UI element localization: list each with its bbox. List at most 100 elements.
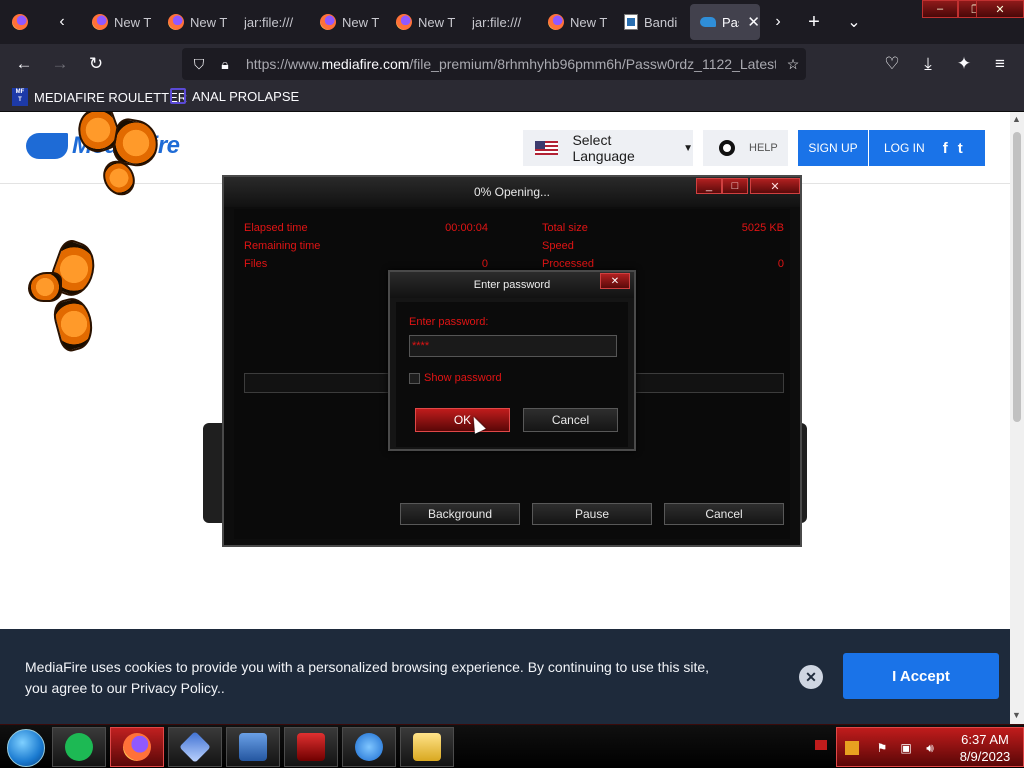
virtualbox-icon — [179, 731, 211, 763]
clock-date: 8/9/2023 — [959, 749, 1011, 764]
chevron-left-icon: ‹ — [59, 13, 65, 30]
bandizip-tray-icon[interactable] — [845, 741, 859, 755]
password-dialog-close-button[interactable]: ✕ — [600, 273, 630, 289]
new-tab-button[interactable]: + — [800, 8, 828, 36]
tab-active[interactable]: Pas ✕ — [690, 4, 760, 40]
password-input[interactable] — [409, 335, 617, 357]
tab-label: New T — [418, 14, 456, 30]
background-button[interactable]: Background — [400, 503, 520, 525]
taskbar-spotify[interactable] — [52, 727, 106, 767]
internet-explorer-icon — [355, 733, 383, 761]
cookie-banner: MediaFire uses cookies to provide you wi… — [0, 629, 1010, 724]
taskbar-firefox[interactable] — [110, 727, 164, 767]
mft-icon: MF T — [12, 88, 28, 106]
menu-button[interactable]: ≡ — [986, 50, 1014, 78]
close-window-button[interactable]: ✕ — [976, 0, 1024, 18]
tab-label: jar:file:/// — [472, 14, 522, 30]
tab-1[interactable]: New T — [82, 4, 156, 40]
bookmark-anal-prolapse[interactable]: ANAL PROLAPSE — [170, 88, 299, 104]
ok-button[interactable]: OK — [415, 408, 510, 432]
dialog-minimize-button[interactable]: _ — [696, 178, 722, 194]
firefox-icon — [320, 14, 336, 30]
sign-up-button[interactable]: SIGN UP — [798, 130, 868, 166]
reload-icon: ↻ — [88, 54, 104, 73]
dialog-close-button[interactable]: ✕ — [750, 178, 800, 194]
tab-3[interactable]: jar:file:/// — [234, 4, 308, 40]
page-scrollbar[interactable]: ▲ ▼ — [1010, 112, 1024, 724]
back-button[interactable]: ← — [10, 50, 38, 78]
minimize-button[interactable]: – — [922, 0, 958, 18]
elapsed-time-label: Elapsed time — [244, 222, 308, 234]
file-explorer-icon — [413, 733, 441, 761]
volume-icon[interactable]: 🔊︎ — [923, 741, 937, 755]
url-text[interactable]: https://www.mediafire.com/file_premium/8… — [246, 56, 776, 72]
files-label: Files — [244, 258, 268, 270]
scroll-down-icon[interactable]: ▼ — [1012, 710, 1021, 720]
pause-label: Pause — [574, 507, 610, 521]
bookmark-label: MEDIAFIRE ROULETTER — [34, 89, 188, 105]
dialog-maximize-button[interactable]: □ — [722, 178, 748, 194]
address-bar[interactable]: ⛉ 🔒︎ https://www.mediafire.com/file_prem… — [182, 48, 806, 80]
sigma-icon — [170, 88, 186, 104]
scroll-tabs-right-button[interactable]: › — [764, 8, 792, 36]
close-icon: ✕ — [995, 3, 1005, 16]
start-button[interactable] — [7, 729, 45, 767]
clock[interactable]: 6:37 AM 8/9/2023 — [947, 731, 1023, 765]
chevron-down-icon: ⌄ — [847, 14, 861, 31]
language-label: Select Language — [572, 132, 635, 164]
close-icon: ✕ — [805, 668, 817, 685]
bookmark-mediafire-rouletter[interactable]: MF T MEDIAFIRE ROULETTER — [12, 88, 187, 106]
tab-7[interactable]: New T — [538, 4, 612, 40]
scrollbar-thumb[interactable] — [1013, 132, 1021, 422]
firefox-icon — [92, 14, 108, 30]
tab-8[interactable]: Bandi — [614, 4, 688, 40]
firefox-view-button[interactable] — [6, 8, 34, 36]
maximize-icon: □ — [731, 180, 739, 192]
tab-label: Bandi — [644, 14, 678, 30]
cancel-password-button[interactable]: Cancel — [523, 408, 618, 432]
show-hidden-icons-button[interactable] — [815, 740, 827, 750]
pause-button[interactable]: Pause — [532, 503, 652, 525]
language-select[interactable]: Select Language ▼ — [523, 130, 693, 166]
tab-5[interactable]: New T — [386, 4, 460, 40]
list-all-tabs-button[interactable]: ⌄ — [840, 8, 868, 36]
7zip-icon — [239, 733, 267, 761]
lifebuoy-icon — [719, 140, 735, 156]
taskbar-internet-explorer[interactable] — [342, 727, 396, 767]
bookmark-star-icon[interactable]: ☆ — [784, 55, 802, 73]
tab-2[interactable]: New T — [158, 4, 232, 40]
scroll-up-icon[interactable]: ▲ — [1012, 114, 1021, 124]
network-icon[interactable]: ▣ — [899, 741, 913, 755]
extensions-button[interactable]: ✦ — [950, 50, 978, 78]
tab-6[interactable]: jar:file:/// — [462, 4, 536, 40]
twitter-icon[interactable]: t — [958, 140, 963, 157]
forward-button[interactable]: → — [46, 50, 74, 78]
clock-time: 6:37 AM — [961, 732, 1009, 747]
lock-icon[interactable]: 🔒︎ — [216, 55, 234, 73]
hamburger-menu-icon: ≡ — [995, 54, 1005, 73]
scroll-tabs-left-button[interactable]: ‹ — [48, 8, 76, 36]
taskbar-7zip[interactable] — [226, 727, 280, 767]
taskbar-bandizip[interactable] — [284, 727, 338, 767]
cancel-extract-button[interactable]: Cancel — [664, 503, 784, 525]
show-password-checkbox[interactable]: Show password — [409, 372, 502, 384]
flag-icon[interactable]: ⚑ — [875, 741, 889, 755]
reload-button[interactable]: ↻ — [82, 50, 110, 78]
background-label: Background — [427, 507, 493, 521]
arrow-right-icon: → — [51, 54, 69, 73]
downloads-button[interactable]: ⤓ — [914, 50, 942, 78]
accept-cookies-button[interactable]: I Accept — [843, 653, 999, 699]
butterfly-icon — [26, 236, 103, 358]
firefox-icon — [168, 14, 184, 30]
cookie-close-button[interactable]: ✕ — [799, 665, 823, 689]
taskbar-virtualbox[interactable] — [168, 727, 222, 767]
shield-icon[interactable]: ⛉ — [190, 55, 208, 73]
tab-4[interactable]: New T — [310, 4, 384, 40]
log-in-button[interactable]: LOG IN f t — [869, 130, 985, 166]
firefox-icon — [12, 14, 28, 30]
facebook-icon[interactable]: f — [943, 140, 948, 157]
help-button[interactable]: HELP — [703, 130, 788, 166]
close-tab-icon[interactable]: ✕ — [747, 13, 760, 31]
taskbar-file-explorer[interactable] — [400, 727, 454, 767]
pocket-button[interactable]: ♡ — [878, 50, 906, 78]
